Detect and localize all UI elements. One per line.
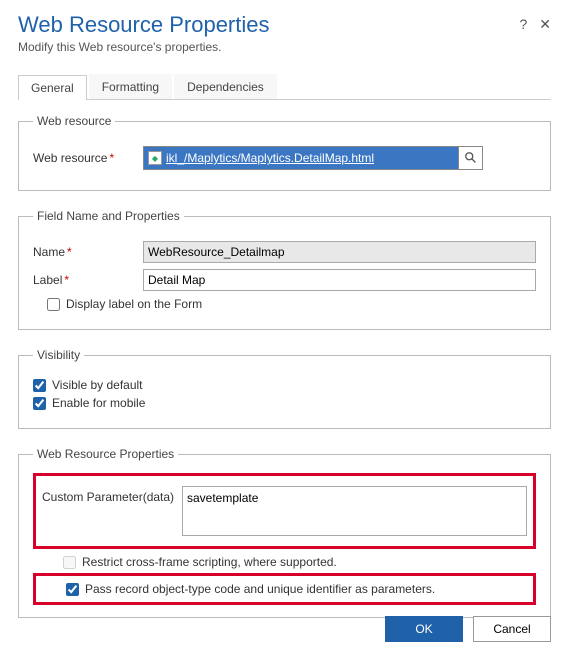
search-icon	[464, 151, 478, 165]
restrict-xframe-checkbox[interactable]	[63, 556, 76, 569]
display-label-text: Display label on the Form	[66, 297, 202, 311]
legend-field-name: Field Name and Properties	[33, 209, 184, 223]
pass-record-checkbox[interactable]	[66, 583, 79, 596]
legend-web-resource: Web resource	[33, 114, 115, 128]
enable-mobile-text: Enable for mobile	[52, 396, 145, 410]
web-resource-value[interactable]: ◆ ikl_/Maplytics/Maplytics.DetailMap.htm…	[144, 147, 458, 169]
tab-dependencies[interactable]: Dependencies	[174, 74, 277, 99]
title-block: Web Resource Properties Modify this Web …	[18, 12, 270, 74]
legend-visibility: Visibility	[33, 348, 84, 362]
header-icons: ? ✕	[519, 12, 551, 33]
restrict-xframe-text: Restrict cross-frame scripting, where su…	[82, 555, 337, 569]
highlight-custom-param: Custom Parameter(data)	[33, 473, 536, 549]
cancel-button[interactable]: Cancel	[473, 616, 551, 642]
close-icon[interactable]: ✕	[539, 16, 551, 33]
section-field-name: Field Name and Properties Name* Label* D…	[18, 209, 551, 330]
name-input[interactable]	[143, 241, 536, 263]
pass-record-text: Pass record object-type code and unique …	[85, 582, 435, 596]
required-asterisk: *	[109, 151, 114, 165]
required-asterisk: *	[64, 273, 69, 287]
dialog-title: Web Resource Properties	[18, 12, 270, 38]
dialog-header: Web Resource Properties Modify this Web …	[18, 12, 551, 74]
display-label-checkbox[interactable]	[47, 298, 60, 311]
label-input[interactable]	[143, 269, 536, 291]
dialog-web-resource-properties: Web Resource Properties Modify this Web …	[0, 0, 569, 652]
visible-default-text: Visible by default	[52, 378, 143, 392]
custom-param-textarea[interactable]	[182, 486, 527, 536]
visible-default-checkbox[interactable]	[33, 379, 46, 392]
legend-wr-properties: Web Resource Properties	[33, 447, 178, 461]
dialog-subtitle: Modify this Web resource's properties.	[18, 40, 270, 54]
tab-strip: General Formatting Dependencies	[18, 74, 551, 100]
tab-formatting[interactable]: Formatting	[89, 74, 172, 99]
tab-general[interactable]: General	[18, 75, 87, 100]
section-web-resource: Web resource Web resource* ◆ ikl_/Maplyt…	[18, 114, 551, 191]
ok-button[interactable]: OK	[385, 616, 463, 642]
label-label: Label*	[33, 273, 143, 287]
section-visibility: Visibility Visible by default Enable for…	[18, 348, 551, 429]
highlight-pass-record: Pass record object-type code and unique …	[33, 573, 536, 605]
required-asterisk: *	[67, 245, 72, 259]
dialog-footer: OK Cancel	[385, 616, 551, 642]
lookup-button[interactable]	[458, 147, 482, 169]
enable-mobile-checkbox[interactable]	[33, 397, 46, 410]
label-name: Name*	[33, 245, 143, 259]
web-resource-lookup[interactable]: ◆ ikl_/Maplytics/Maplytics.DetailMap.htm…	[143, 146, 483, 170]
label-custom-param: Custom Parameter(data)	[42, 486, 182, 504]
help-icon[interactable]: ?	[519, 16, 527, 33]
label-web-resource: Web resource*	[33, 151, 143, 165]
section-wr-properties: Web Resource Properties Custom Parameter…	[18, 447, 551, 618]
webresource-icon: ◆	[148, 151, 162, 165]
